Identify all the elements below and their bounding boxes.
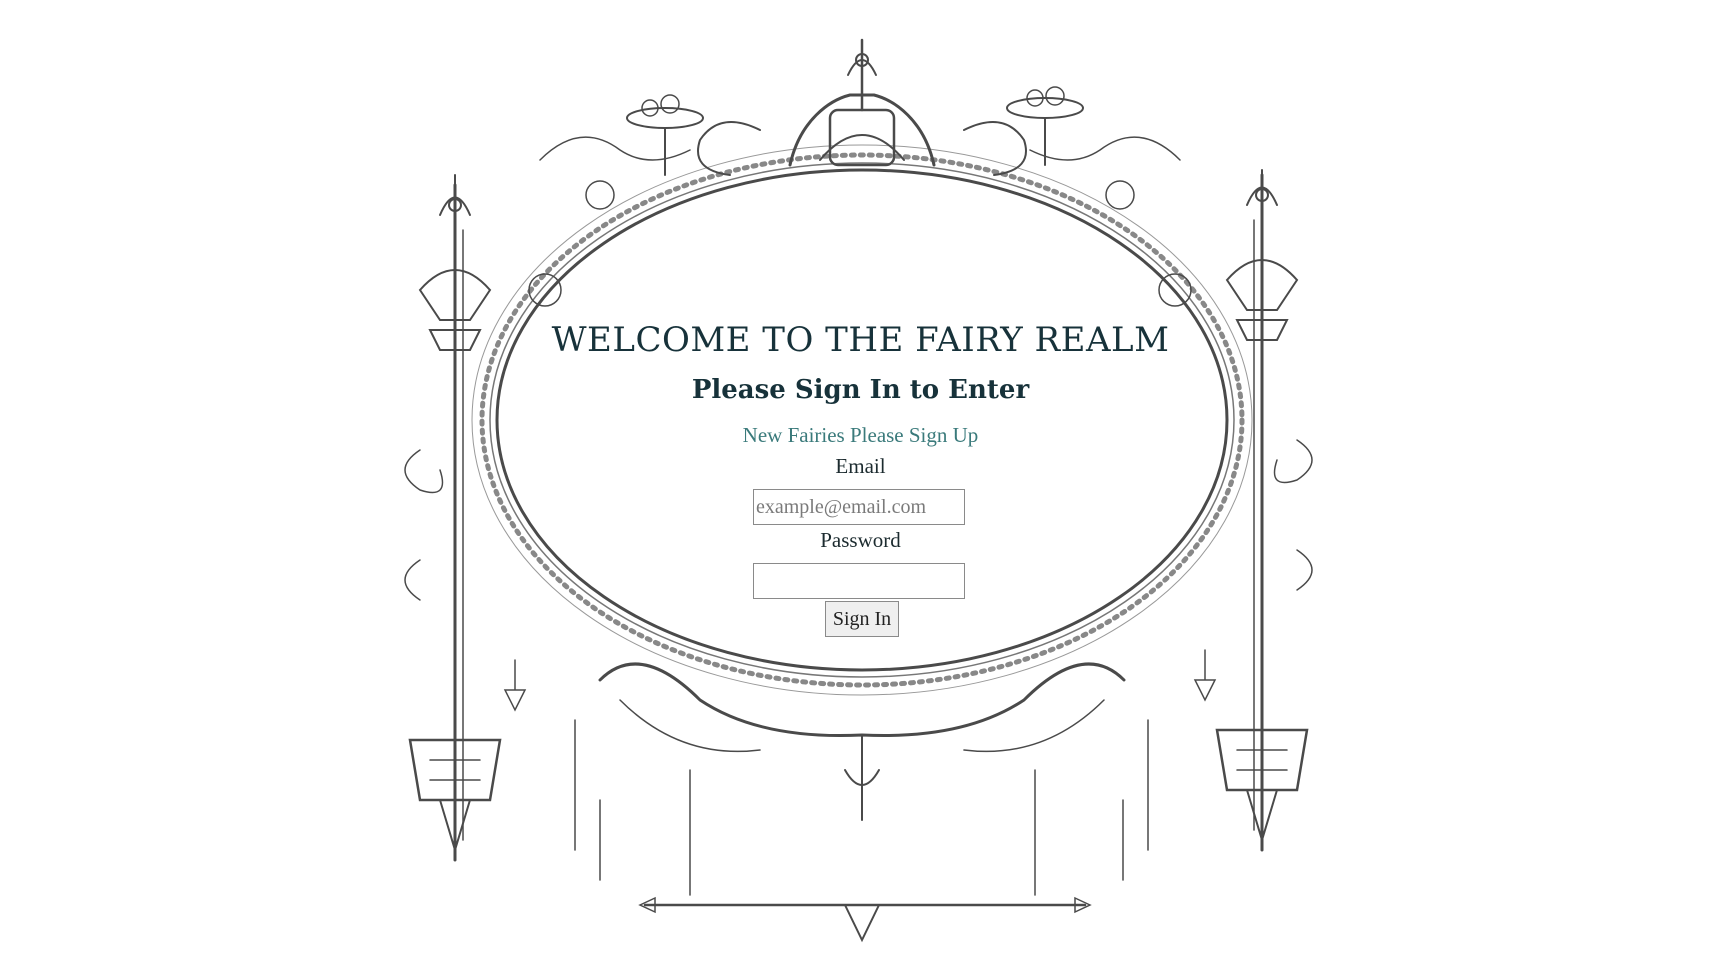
sign-in-button[interactable]: Sign In bbox=[825, 601, 899, 637]
email-label: Email bbox=[835, 454, 886, 478]
page-title: WELCOME TO THE FAIRY REALM bbox=[551, 320, 1170, 360]
sign-in-page: WELCOME TO THE FAIRY REALM Please Sign I… bbox=[0, 0, 1721, 967]
page-subtitle: Please Sign In to Enter bbox=[691, 375, 1030, 405]
password-field[interactable] bbox=[753, 563, 965, 599]
signup-link[interactable]: New Fairies Please Sign Up bbox=[743, 423, 979, 447]
sign-in-panel: WELCOME TO THE FAIRY REALM Please Sign I… bbox=[0, 0, 1721, 967]
email-field[interactable] bbox=[753, 489, 965, 525]
signup-link-row: New Fairies Please Sign Up bbox=[0, 423, 1721, 448]
password-label: Password bbox=[820, 528, 901, 552]
